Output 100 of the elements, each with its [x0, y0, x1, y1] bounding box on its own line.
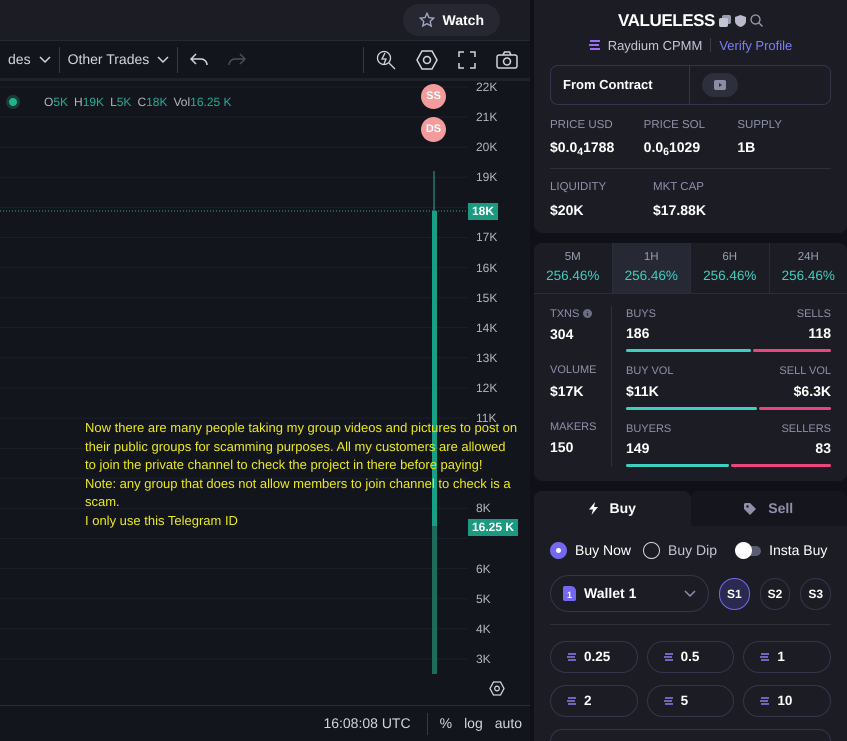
wallet-dropdown[interactable]: 1 Wallet 1: [550, 575, 709, 612]
stat-label: MKT CAP: [653, 180, 705, 196]
token-name: VALUELESS: [618, 10, 715, 32]
axis-label: 3K: [476, 652, 491, 666]
period-tab[interactable]: 24H 256.46%: [768, 242, 847, 292]
order-type-option[interactable]: Buy Now: [550, 540, 632, 561]
amount-button[interactable]: 0.5: [646, 641, 734, 673]
axis-label: 14K: [476, 320, 498, 335]
watch-button[interactable]: Watch: [402, 4, 500, 36]
slot-button[interactable]: S2: [760, 578, 790, 610]
chevron-down-icon: [38, 56, 51, 64]
axis-label: 15K: [476, 290, 498, 305]
wallet-badge: 1: [563, 586, 576, 601]
stat-label: PRICE SOL: [644, 118, 706, 133]
metric-label: SELL VOL: [779, 364, 831, 379]
verify-profile-link[interactable]: Verify Profile: [719, 36, 792, 55]
period-tab[interactable]: 1H 256.46%: [612, 242, 690, 292]
metric-value: 150: [550, 438, 574, 457]
amount-input-field[interactable]: [550, 729, 831, 741]
dropdown-button[interactable]: des: [0, 41, 59, 78]
axis-label: 22K: [476, 80, 498, 94]
ohlc-value: Vol16.25 K: [173, 94, 232, 111]
stat-value: 1B: [737, 138, 756, 158]
undo-icon[interactable]: [190, 52, 208, 66]
stat-value: $17.88K: [653, 200, 707, 220]
stripes-icon: [760, 653, 770, 661]
stripes-icon: [588, 40, 600, 50]
overlay-text-line: I only use this Telegram ID: [85, 512, 238, 530]
info-icon[interactable]: [583, 309, 592, 318]
axis-label: 17K: [476, 230, 498, 244]
stripes-icon: [567, 697, 576, 705]
metric-label: SELLERS: [781, 422, 831, 436]
tag-icon: [744, 502, 756, 514]
amount-button[interactable]: 5: [646, 685, 734, 717]
metric-value: $17K: [550, 382, 584, 400]
metric-label: MAKERS: [550, 420, 596, 434]
period-tab[interactable]: 6H 256.46%: [690, 242, 768, 292]
axis-label: 19K: [476, 170, 498, 184]
metric-value: $6.3K: [794, 382, 831, 400]
axis-label: 21K: [476, 110, 498, 124]
price-tag: 16.25 K: [468, 519, 518, 536]
stripes-icon: [567, 653, 576, 661]
status-dot-icon: [6, 95, 20, 109]
axis-label: 4K: [476, 622, 491, 636]
metric-label: BUYS: [626, 306, 656, 322]
stripes-icon: [664, 697, 673, 705]
search-icon[interactable]: [750, 14, 763, 28]
metric-label: SELLS: [796, 306, 831, 322]
axis-label: 5K: [476, 592, 491, 606]
stat-value: $0.0$_{4}$1788: [550, 138, 616, 158]
stripes-icon: [664, 653, 673, 661]
axis-label: 12K: [476, 380, 498, 395]
period-tab[interactable]: 5M 256.46%: [534, 242, 612, 292]
ohlc-value: H19K: [74, 94, 104, 111]
ohlc-value: O5K: [44, 94, 68, 111]
axis-label: 16K: [476, 260, 498, 275]
amount-button[interactable]: 2: [550, 685, 638, 717]
metric-value: 304: [550, 325, 574, 344]
metric-value: 83: [815, 439, 831, 458]
settings-icon[interactable]: [416, 50, 438, 70]
chevron-down-icon: [157, 56, 170, 64]
lightning-search-icon[interactable]: [376, 50, 396, 70]
time-label: 16:08:08 UTC: [323, 714, 411, 733]
insta-buy-toggle[interactable]: Insta Buy: [737, 540, 828, 561]
stat-value: 0.0$_{6}$1029: [644, 138, 702, 158]
metric-value: 149: [626, 439, 650, 458]
copy-icon[interactable]: [718, 14, 731, 27]
trade-tab[interactable]: Buy: [534, 491, 690, 526]
metric-value: 118: [808, 324, 831, 343]
slot-button[interactable]: S1: [718, 578, 750, 610]
metric-label: TXNS: [550, 306, 580, 322]
scale-option[interactable]: log: [464, 713, 483, 734]
dex-label: Raydium CPMM: [608, 36, 702, 55]
fullscreen-icon[interactable]: [458, 50, 476, 68]
axis-label: 20K: [476, 140, 498, 154]
ohlc-value: C18K: [137, 94, 168, 111]
amount-button[interactable]: 0.25: [550, 641, 638, 673]
trade-tab[interactable]: Sell: [690, 491, 847, 526]
slot-button[interactable]: S3: [800, 578, 831, 610]
shield-icon[interactable]: [734, 14, 746, 27]
stat-value: $20K: [550, 200, 584, 220]
chevron-down-icon: [684, 590, 696, 598]
axis-label: 13K: [476, 350, 498, 365]
star-icon: [418, 12, 435, 28]
dropdown-button[interactable]: Other Trades: [60, 41, 178, 78]
lightning-icon: [588, 502, 598, 515]
stat-label: SUPPLY: [737, 118, 783, 133]
amount-button[interactable]: 1: [743, 641, 831, 673]
scale-option[interactable]: auto: [494, 713, 522, 734]
settings-icon[interactable]: [490, 682, 504, 695]
overlay-text-line: scam.: [85, 493, 120, 511]
axis-label: 6K: [476, 562, 491, 576]
scale-option[interactable]: %: [440, 713, 452, 734]
contract-field[interactable]: From Contract: [550, 65, 831, 105]
order-type-option[interactable]: Buy Dip: [643, 540, 718, 561]
price-tag: 18K: [468, 203, 498, 220]
camera-icon[interactable]: [496, 50, 518, 68]
contract-label: From Contract: [551, 66, 690, 104]
video-button[interactable]: [702, 73, 738, 97]
amount-button[interactable]: 10: [743, 685, 831, 717]
